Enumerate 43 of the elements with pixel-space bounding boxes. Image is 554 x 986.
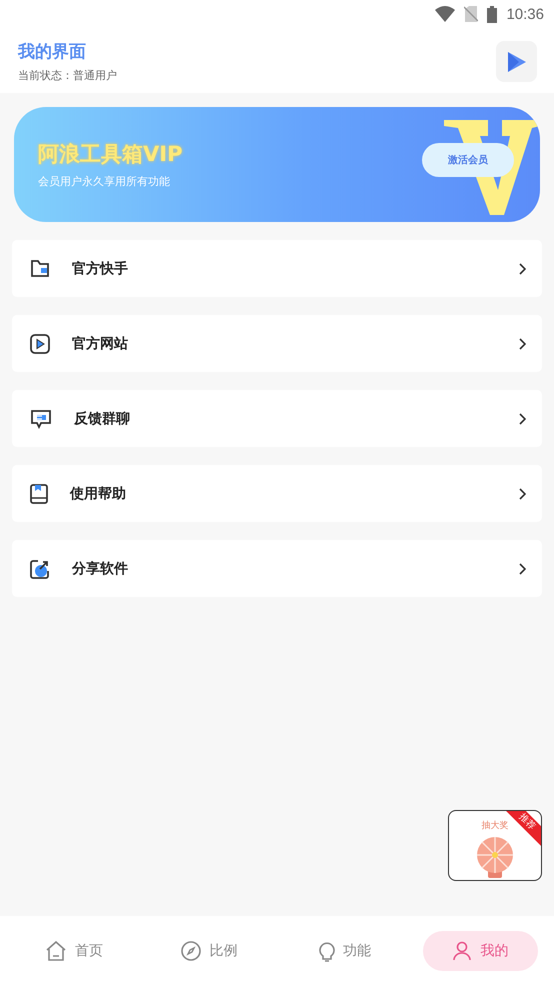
home-icon: [44, 941, 67, 961]
no-sim-icon: [464, 6, 478, 22]
chevron-icon: [519, 262, 526, 274]
prize-wheel-icon: [475, 835, 515, 879]
menu-item[interactable]: 分享软件: [12, 540, 542, 597]
play-icon: [506, 50, 528, 72]
chevron-icon: [519, 338, 526, 350]
chat-icon: [30, 408, 52, 428]
menu-item[interactable]: 使用帮助: [12, 465, 542, 522]
nav-tab[interactable]: 功能: [287, 931, 402, 971]
battery-icon: [487, 6, 498, 22]
folder-icon: [30, 260, 50, 278]
vip-title: 阿浪工具箱VIP: [38, 141, 182, 168]
ad-title: 抽大奖: [482, 820, 508, 832]
page-title: 我的界面: [18, 41, 87, 63]
vip-subtitle: 会员用户永久享用所有功能: [38, 174, 171, 189]
chevron-icon: [519, 562, 526, 574]
wifi-icon: [435, 6, 456, 22]
nav-tab[interactable]: 我的: [422, 931, 538, 971]
menu-label: 反馈群聊: [74, 410, 131, 428]
menu-item[interactable]: 反馈群聊: [12, 390, 542, 447]
user-status: 当前状态：普通用户: [18, 68, 117, 83]
vip-banner[interactable]: 阿浪工具箱VIP 会员用户永久享用所有功能 激活会员: [14, 107, 540, 222]
menu-label: 分享软件: [72, 560, 129, 578]
status-time: 10:36: [506, 6, 544, 22]
chevron-icon: [519, 488, 526, 500]
play-icon: [30, 334, 50, 354]
nav-tab[interactable]: 比例: [152, 931, 267, 971]
menu-label: 官方网站: [72, 334, 129, 352]
lightbulb-icon: [318, 940, 335, 962]
compass-icon: [181, 941, 202, 961]
user-icon: [452, 941, 472, 961]
book-icon: [30, 484, 48, 504]
share-icon: [30, 558, 50, 578]
nav-tab[interactable]: 首页: [16, 931, 132, 971]
menu-label: 使用帮助: [70, 484, 127, 502]
chevron-icon: [519, 412, 526, 424]
play-button[interactable]: [496, 41, 537, 82]
menu-label: 官方快手: [72, 260, 129, 278]
lucky-draw-card[interactable]: 抽大奖 推荐: [448, 810, 542, 881]
activate-button[interactable]: 激活会员: [422, 143, 514, 177]
menu-item[interactable]: 官方网站: [12, 315, 542, 372]
menu-item[interactable]: 官方快手: [12, 240, 542, 297]
